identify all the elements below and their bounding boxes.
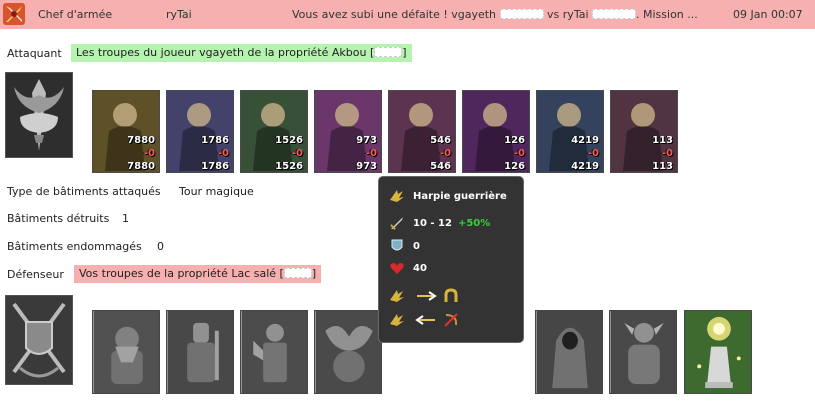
- attacker-description: Les troupes du joueur vgayeth de la prop…: [71, 44, 412, 62]
- defender-unit[interactable]: [240, 310, 308, 394]
- dwarf-warrior-icon: [93, 311, 159, 393]
- unit-count-final: 546: [430, 161, 451, 172]
- message-prefix: Vous avez subi une défaite ! vgayeth: [292, 8, 497, 21]
- griffin-icon: [315, 311, 381, 393]
- bat-axe-emblem-icon: [6, 73, 72, 157]
- message-suffix: . Mission ...: [636, 8, 698, 21]
- sword-arrow-icon: [417, 291, 437, 301]
- player-name: ryTai: [166, 8, 192, 21]
- defender-unit[interactable]: [609, 310, 677, 394]
- defender-building[interactable]: [684, 310, 752, 394]
- attacker-text: Les troupes du joueur vgayeth de la prop…: [76, 46, 375, 59]
- soldier-icon: [241, 311, 307, 393]
- defender-description: Vos troupes de la propriété Lac salé []: [74, 265, 322, 283]
- unit-count-initial: 4219: [571, 135, 599, 146]
- attacker-unit[interactable]: 973 -0 973: [314, 90, 382, 173]
- redacted-box: [499, 9, 544, 19]
- defender-unit[interactable]: [535, 310, 603, 394]
- unit-count-final: 113: [652, 161, 673, 172]
- tooltip-armor: 0: [413, 240, 420, 252]
- vs-text: vs ryTai: [547, 8, 589, 21]
- defeat-swords-icon: [3, 3, 25, 25]
- sword-icon: [390, 217, 403, 230]
- defender-banner: [5, 295, 73, 385]
- damaged-value: 0: [157, 240, 164, 253]
- wings-icon: [390, 190, 404, 202]
- unit-count-final: 126: [504, 161, 525, 172]
- report-message[interactable]: Vous avez subi une défaite ! vgayeth vs …: [292, 8, 698, 21]
- attacker-unit[interactable]: 546 -0 546: [388, 90, 456, 173]
- attacker-unit[interactable]: 1526 -0 1526: [240, 90, 308, 173]
- unit-count-final: 1526: [275, 161, 303, 172]
- unit-count-initial: 113: [652, 135, 673, 146]
- unit-count-loss: -0: [513, 148, 525, 159]
- unit-count-final: 7880: [127, 161, 155, 172]
- role-label: Chef d'armée: [38, 8, 113, 21]
- redacted-box: [374, 47, 403, 57]
- attacker-unit[interactable]: 126 -0 126: [462, 90, 530, 173]
- sword-arrow-left-icon: [415, 315, 435, 325]
- hooded-monk-icon: [536, 311, 602, 393]
- unit-tooltip: Harpie guerrière 10 - 12 +50% 0 40: [378, 176, 524, 343]
- attacker-unit[interactable]: 4219 -0 4219: [536, 90, 604, 173]
- attacker-unit[interactable]: 113 -0 113: [610, 90, 678, 173]
- defender-text-end: ]: [311, 267, 317, 280]
- bow-crossed-icon: [444, 313, 458, 327]
- tooltip-damage: 10 - 12: [413, 217, 452, 229]
- tooltip-health: 40: [413, 262, 427, 274]
- redacted-box: [592, 9, 637, 19]
- tooltip-damage-bonus: +50%: [457, 217, 491, 229]
- redacted-box: [283, 268, 312, 278]
- wings-icon: [390, 290, 404, 302]
- building-type-value: Tour magique: [179, 185, 254, 198]
- destroyed-label: Bâtiments détruits: [7, 212, 110, 225]
- heart-icon: [390, 263, 404, 274]
- defender-unit[interactable]: [166, 310, 234, 394]
- report-header[interactable]: Chef d'armée ryTai Vous avez subi une dé…: [0, 0, 815, 29]
- knight-icon: [167, 311, 233, 393]
- unit-count-loss: -0: [365, 148, 377, 159]
- report-date: 09 Jan 00:07: [733, 8, 803, 21]
- unit-count-final: 1786: [201, 161, 229, 172]
- magic-tower-icon: [685, 311, 751, 393]
- horseshoe-icon: [444, 288, 458, 302]
- unit-count-loss: -0: [439, 148, 451, 159]
- unit-count-initial: 7880: [127, 135, 155, 146]
- unit-count-initial: 126: [504, 135, 525, 146]
- unit-count-initial: 1786: [201, 135, 229, 146]
- unit-count-loss: -0: [143, 148, 155, 159]
- defender-label: Défenseur: [7, 268, 64, 281]
- unit-count-loss: -0: [217, 148, 229, 159]
- unit-count-initial: 1526: [275, 135, 303, 146]
- attacker-text-end: ]: [402, 46, 407, 59]
- unit-count-final: 973: [356, 161, 377, 172]
- tooltip-title: Harpie guerrière: [413, 190, 507, 202]
- crossed-swords-shield-emblem-icon: [6, 296, 72, 384]
- attacker-label: Attaquant: [7, 47, 62, 60]
- unit-count-final: 4219: [571, 161, 599, 172]
- unit-count-initial: 546: [430, 135, 451, 146]
- attacker-unit[interactable]: 1786 -0 1786: [166, 90, 234, 173]
- unit-count-loss: -0: [291, 148, 303, 159]
- destroyed-value: 1: [122, 212, 129, 225]
- defender-text: Vos troupes de la propriété Lac salé [: [79, 267, 284, 280]
- unit-count-loss: -0: [661, 148, 673, 159]
- unit-count-initial: 973: [356, 135, 377, 146]
- unit-count-loss: -0: [587, 148, 599, 159]
- damaged-label: Bâtiments endommagés: [7, 240, 142, 253]
- building-type-label: Type de bâtiments attaqués: [7, 185, 161, 198]
- attacker-banner: [5, 72, 73, 158]
- wings-icon: [390, 314, 404, 326]
- barbarian-icon: [610, 311, 676, 393]
- defender-unit[interactable]: [314, 310, 382, 394]
- shield-icon: [391, 239, 403, 251]
- defender-unit[interactable]: [92, 310, 160, 394]
- attacker-unit[interactable]: 7880 -0 7880: [92, 90, 160, 173]
